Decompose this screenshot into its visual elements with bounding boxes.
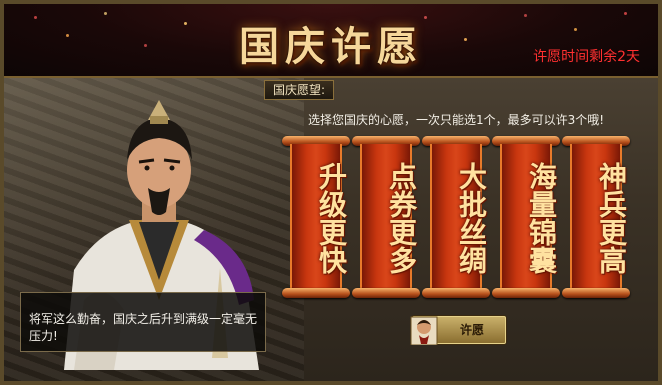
scroll-roll [492,288,560,298]
speech-dialog: 将军这么勤奋，国庆之后升到满级一定毫无压力! [20,292,266,352]
scroll-roll [422,288,490,298]
wish-section-label: 国庆愿望: [264,80,335,100]
wish-instruction: 选择您国庆的心愿，一次只能选1个，最多可以许3个哦! [308,113,605,127]
advisor-avatar-icon [410,316,438,345]
title-bar: 国庆许愿 许愿时间剩余2天 [4,4,658,78]
dialog-text: 将军这么勤奋，国庆之后升到满级一定毫无压力! [29,312,258,343]
wish-scroll-brocade-bags[interactable]: 海量锦囊 [492,136,560,298]
wish-scroll-label: 点券更多 [385,162,418,274]
countdown-text: 许愿时间剩余2天 [533,49,640,65]
wish-scroll-coupons[interactable]: 点券更多 [352,136,420,298]
scroll-roll [352,288,420,298]
wish-scroll-label: 神兵更高 [595,162,628,274]
scroll-roll [562,288,630,298]
make-wish-button[interactable]: 许愿 [410,316,506,345]
wish-scroll-label: 大批丝绸 [455,162,488,274]
wish-scroll-divine-weapon[interactable]: 神兵更高 [562,136,630,298]
scroll-roll [282,288,350,298]
make-wish-button-label: 许愿 [459,323,484,337]
wish-scroll-label: 海量锦囊 [525,162,558,274]
wish-scroll-level-up[interactable]: 升级更快 [282,136,350,298]
wish-scroll-label: 升级更快 [315,162,348,274]
wish-scroll-silk[interactable]: 大批丝绸 [422,136,490,298]
